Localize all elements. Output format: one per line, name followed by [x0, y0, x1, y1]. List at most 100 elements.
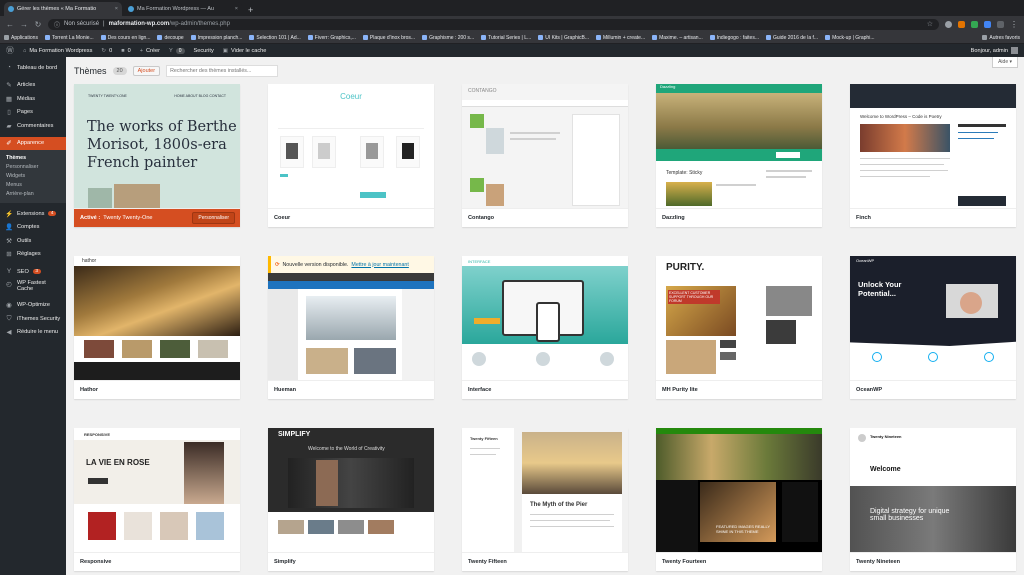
bookmark-item[interactable]: Tutorial Series | L...	[481, 35, 531, 41]
profile-icon[interactable]	[997, 20, 1004, 28]
account-menu[interactable]: Bonjour, admin	[971, 47, 1018, 54]
bookmark-item[interactable]: Des cours en lign...	[100, 35, 150, 41]
bookmark-apps[interactable]: Applications	[4, 35, 38, 41]
theme-screenshot	[268, 256, 434, 380]
sidebar-item-plugins[interactable]: ⚡ Extensions 4	[0, 207, 66, 221]
extension-icon[interactable]	[945, 20, 952, 28]
bookmark-favicon-icon	[596, 35, 601, 40]
seo-link[interactable]: Y0	[169, 47, 185, 54]
extension-icon[interactable]	[958, 20, 965, 28]
bookmark-item[interactable]: Graphisme : 200 s...	[422, 35, 474, 41]
theme-card-mh-purity-lite[interactable]: PURITY. EXCELLENT CUSTOMER SUPPORT THROU…	[656, 256, 822, 399]
sidebar-item-settings[interactable]: ⊞ Réglages	[0, 247, 66, 261]
bookmark-favicon-icon	[100, 35, 106, 40]
site-name-link[interactable]: ⌂ Ma Formation Wordpress	[23, 48, 92, 54]
browser-tab-site[interactable]: Ma Formation Wordpress — Au ×	[124, 2, 242, 16]
info-icon[interactable]: ⓘ	[54, 20, 60, 29]
theme-screenshot: CONTANGO	[462, 84, 628, 208]
bookmark-item[interactable]: Indiegogo : faites...	[709, 35, 759, 41]
theme-card-contango[interactable]: CONTANGO Contango	[462, 84, 628, 227]
wordpress-logo-icon[interactable]: Ⓦ	[6, 45, 14, 56]
theme-name: Responsive	[74, 552, 240, 571]
forward-icon[interactable]: →	[20, 20, 28, 29]
theme-name: Coeur	[268, 208, 434, 227]
bookmark-item[interactable]: Selection 101 | Ad...	[249, 35, 301, 41]
theme-card-finch[interactable]: Welcome to WordPress – Code is Poetry Fi…	[850, 84, 1016, 227]
sidebar-item-wp-optimize[interactable]: ◉ WP-Optimize	[0, 298, 66, 312]
sidebar-item-fastest-cache[interactable]: ◴ WP Fastest Cache	[0, 278, 66, 298]
sidebar-item-tools[interactable]: ⚒ Outils	[0, 234, 66, 248]
bookmark-item[interactable]: Guide 2016 de la f...	[766, 35, 818, 41]
sidebar-item-ithemes-security[interactable]: ⛉ iThemes Security	[0, 312, 66, 326]
theme-card-dazzling[interactable]: Dazzling Template: Sticky Dazzling	[656, 84, 822, 227]
theme-screenshot: SIMPLIFY Welcome to the World of Creativ…	[268, 428, 434, 552]
sidebar-item-comments[interactable]: ▰ Commentaires	[0, 119, 66, 133]
sidebar-item-appearance[interactable]: ✐ Apparence	[0, 136, 66, 150]
updates-link[interactable]: ↻ 0	[101, 48, 112, 54]
submenu-background[interactable]: Arrière-plan	[0, 190, 66, 199]
sidebar-item-collapse[interactable]: ◀ Réduire le menu	[0, 325, 66, 339]
theme-card-hueman[interactable]: ⟳ Nouvelle version disponible. Mettre à …	[268, 256, 434, 399]
back-icon[interactable]: ←	[6, 20, 14, 29]
page-title: Thèmes	[74, 66, 107, 76]
theme-name: Hathor	[74, 380, 240, 399]
seo-icon: Y	[169, 47, 173, 54]
bookmark-item[interactable]: Mock-up | Graphi...	[825, 35, 875, 41]
bookmark-item[interactable]: Fiverr: Graphics,...	[307, 35, 356, 41]
extension-icon[interactable]	[971, 20, 978, 28]
theme-name: Interface	[462, 380, 628, 399]
sidebar-item-pages[interactable]: ▯ Pages	[0, 106, 66, 120]
comments-link[interactable]: ■ 0	[121, 48, 131, 54]
submenu-themes[interactable]: Thèmes	[0, 153, 66, 162]
sidebar-item-articles[interactable]: ✎ Articles	[0, 79, 66, 93]
theme-card-responsive[interactable]: RESPONSIVE LA VIE EN ROSE Responsive	[74, 428, 240, 571]
themes-grid: TWENTY TWENTY-ONE HOME ABOUT BLOG CONTAC…	[74, 84, 1016, 575]
theme-card-oceanwp[interactable]: OceanWP Unlock Your Potential... OceanWP	[850, 256, 1016, 399]
theme-card-coeur[interactable]: Coeur Coeur	[268, 84, 434, 227]
close-icon[interactable]: ×	[115, 6, 118, 12]
bookmark-item[interactable]: Millumin + create...	[596, 35, 645, 41]
page-header: Thèmes 20 Ajouter	[74, 65, 279, 77]
bookmark-item[interactable]: Maxime. – artisan...	[652, 35, 703, 41]
submenu-menus[interactable]: Menus	[0, 181, 66, 190]
address-bar[interactable]: ⓘ Non sécurisé | maformation-wp.com/wp-a…	[48, 18, 939, 30]
extension-icon[interactable]	[984, 20, 991, 28]
theme-card-interface[interactable]: INTERFACE Interface	[462, 256, 628, 399]
theme-card-twenty-fifteen[interactable]: Twenty Fifteen The Myth of the Pier Twen…	[462, 428, 628, 571]
bookmark-item[interactable]: Impression planch...	[190, 35, 242, 41]
security-link[interactable]: Security	[194, 48, 214, 54]
new-content-link[interactable]: + Créer	[140, 48, 160, 54]
fastest-icon: ◴	[6, 281, 12, 289]
bookmark-item[interactable]: UI Kits | GraphicB...	[538, 35, 589, 41]
update-now-link[interactable]: Mettre à jour maintenant	[351, 262, 408, 268]
new-tab-button[interactable]: +	[244, 5, 257, 16]
bookmark-item[interactable]: Plaque d'inox bros...	[362, 35, 415, 41]
reload-icon[interactable]: ↻	[34, 20, 42, 29]
submenu-widgets[interactable]: Widgets	[0, 171, 66, 180]
sidebar-item-seo[interactable]: Y SEO 3	[0, 265, 66, 279]
theme-card-twenty-nineteen[interactable]: Twenty Nineteen Welcome Digital strategy…	[850, 428, 1016, 571]
theme-card-simplify[interactable]: SIMPLIFY Welcome to the World of Creativ…	[268, 428, 434, 571]
favicon-icon	[128, 6, 134, 12]
bookmark-star-icon[interactable]: ☆	[927, 20, 933, 28]
bookmark-other-folder[interactable]: Autres favoris	[982, 35, 1020, 41]
add-theme-button[interactable]: Ajouter	[132, 66, 161, 76]
theme-name: Twenty Fifteen	[462, 552, 628, 571]
sidebar-item-users[interactable]: 👤 Comptes	[0, 220, 66, 234]
browser-tab-themes[interactable]: Gérer les thèmes « Ma Formatio ×	[4, 2, 122, 16]
close-icon[interactable]: ×	[235, 6, 238, 12]
search-themes-input[interactable]	[166, 65, 279, 77]
browser-menu-icon[interactable]: ⋮	[1010, 20, 1018, 29]
sidebar-item-media[interactable]: ▦ Médias	[0, 92, 66, 106]
clear-cache-link[interactable]: ▣ Vider le cache	[223, 48, 267, 54]
bookmark-item[interactable]: Torrent La Monie...	[44, 35, 94, 41]
bookmark-item[interactable]: decoupe	[157, 35, 184, 41]
theme-card-twenty-fourteen[interactable]: FEATURED IMAGES REALLY SHINE IN THIS THE…	[656, 428, 822, 571]
theme-card-hathor[interactable]: hathor Hathor	[74, 256, 240, 399]
theme-card-twenty-twenty-one[interactable]: TWENTY TWENTY-ONE HOME ABOUT BLOG CONTAC…	[74, 84, 240, 227]
theme-screenshot: OceanWP Unlock Your Potential...	[850, 256, 1016, 380]
sidebar-item-dashboard[interactable]: ◔ Tableau de bord	[0, 61, 66, 75]
submenu-customize[interactable]: Personnaliser	[0, 162, 66, 171]
help-button[interactable]: Aide ▾	[992, 57, 1018, 68]
customize-button[interactable]: Personnaliser	[192, 212, 235, 224]
